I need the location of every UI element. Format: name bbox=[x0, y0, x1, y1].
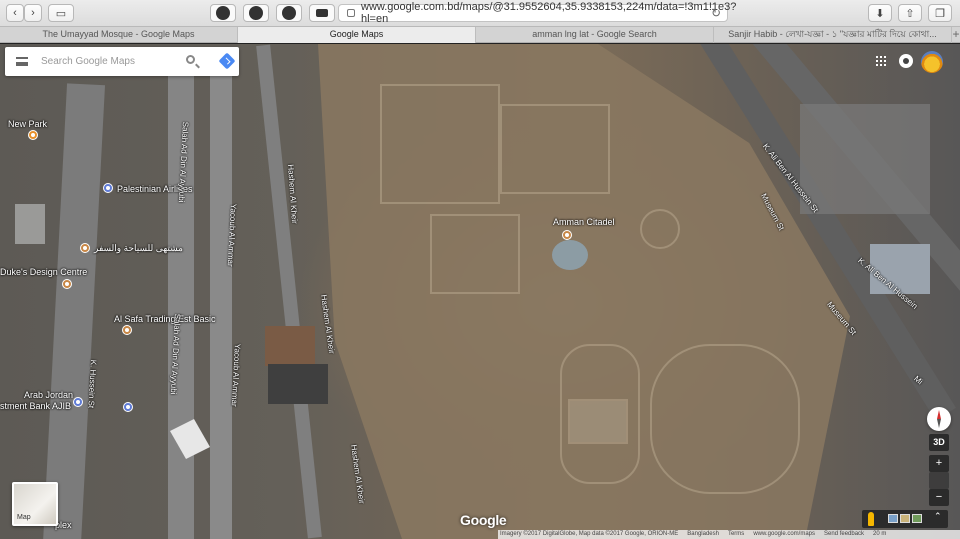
travel-poi-icon[interactable] bbox=[80, 243, 90, 253]
send-feedback-link[interactable]: Send feedback bbox=[824, 530, 864, 539]
menu-icon[interactable] bbox=[16, 57, 28, 66]
tab-google-maps[interactable]: Google Maps bbox=[238, 27, 476, 43]
tab-amman-search[interactable]: amman lng lat - Google Search bbox=[476, 27, 714, 43]
place-label[interactable]: stment Bank AJIB bbox=[0, 401, 71, 411]
ruin-outline bbox=[650, 344, 800, 494]
pegman-icon[interactable] bbox=[868, 512, 874, 526]
maps-url-link[interactable]: www.google.com/maps bbox=[753, 530, 815, 539]
building bbox=[15, 204, 45, 244]
photo-thumbnail-icon[interactable] bbox=[912, 514, 922, 523]
zoom-divider bbox=[929, 472, 949, 489]
road bbox=[210, 74, 232, 539]
place-label[interactable]: مشتهى للسياحة والسفر bbox=[94, 243, 183, 254]
place-label[interactable]: Al Safa Trading Est Basic bbox=[114, 314, 216, 324]
building bbox=[800, 104, 930, 214]
imagery-credit: Imagery ©2017 DigitalGlobe, Map data ©20… bbox=[500, 531, 679, 537]
road bbox=[256, 44, 322, 539]
landmark-poi-icon[interactable] bbox=[562, 230, 572, 240]
controls-extension-icon[interactable] bbox=[309, 4, 335, 22]
terms-link[interactable]: Terms bbox=[728, 530, 744, 539]
browser-toolbar: ‹ › ▭ www.google.com.bd/maps/@31.9552604… bbox=[0, 0, 960, 27]
road bbox=[42, 83, 106, 539]
notifications-icon[interactable] bbox=[899, 54, 913, 68]
shop-poi-icon[interactable] bbox=[62, 279, 72, 289]
reload-icon[interactable]: ↻ bbox=[711, 6, 721, 20]
new-tab-button[interactable]: + bbox=[952, 27, 960, 42]
zoom-out-button[interactable]: − bbox=[929, 489, 949, 506]
back-icon[interactable]: ‹ bbox=[6, 4, 24, 22]
google-logo: Google bbox=[460, 512, 507, 528]
park-poi-icon[interactable] bbox=[28, 130, 38, 140]
photo-thumbnail-icon[interactable] bbox=[900, 514, 910, 523]
satellite-map[interactable]: New Park Palestinian Airlines مشتهى للسي… bbox=[0, 44, 960, 539]
dome bbox=[552, 240, 588, 270]
layer-label: Map bbox=[17, 514, 31, 521]
forward-icon[interactable]: › bbox=[24, 4, 42, 22]
street-label: Yacoub Al Ammar bbox=[229, 343, 242, 407]
tab-umayyad[interactable]: The Umayyad Mosque - Google Maps bbox=[0, 27, 238, 43]
search-icon[interactable] bbox=[186, 55, 195, 64]
expand-chevron-icon[interactable]: ⌃ bbox=[934, 511, 942, 522]
address-bar[interactable]: www.google.com.bd/maps/@31.9552604,35.93… bbox=[338, 1, 736, 25]
directions-icon[interactable] bbox=[218, 52, 236, 70]
tab-sanjir[interactable]: Sanjir Habib - লেখা-যজ্ঞা - ১ "যজ্ঞার মা… bbox=[714, 27, 952, 43]
apps-grid-icon[interactable] bbox=[876, 56, 886, 66]
download-icon[interactable]: ⬇ bbox=[868, 4, 892, 22]
ruin-outline bbox=[380, 84, 500, 204]
airline-poi-icon[interactable] bbox=[103, 183, 113, 193]
street-label: K. Hussein St bbox=[86, 359, 98, 409]
search-input[interactable] bbox=[41, 53, 181, 69]
compass-icon[interactable] bbox=[927, 407, 951, 431]
search-box bbox=[5, 47, 239, 76]
ruin-outline bbox=[430, 214, 520, 294]
map-footer: Imagery ©2017 DigitalGlobe, Map data ©20… bbox=[498, 530, 960, 539]
globe-extension-icon[interactable] bbox=[276, 4, 302, 22]
street-label: Yacoub Al Ammar bbox=[225, 203, 238, 267]
place-label[interactable]: Amman Citadel bbox=[553, 217, 615, 227]
bank-poi-icon[interactable] bbox=[73, 397, 83, 407]
region-link[interactable]: Bangladesh bbox=[687, 530, 719, 539]
street-label: Hashem Al Kheir bbox=[349, 444, 367, 505]
url-text: www.google.com.bd/maps/@31.9552604,35.93… bbox=[361, 1, 737, 25]
share-icon[interactable]: ⇧ bbox=[898, 4, 922, 22]
map-layer-toggle[interactable]: Map bbox=[12, 482, 58, 526]
building bbox=[268, 364, 328, 404]
shop-poi-icon[interactable] bbox=[122, 325, 132, 335]
bank-poi-icon[interactable] bbox=[123, 402, 133, 412]
photo-thumbnail-icon[interactable] bbox=[888, 514, 898, 523]
zoom-in-button[interactable]: + bbox=[929, 455, 949, 472]
ruin-outline bbox=[500, 104, 610, 194]
place-label[interactable]: Arab Jordan bbox=[24, 390, 73, 400]
building bbox=[265, 326, 315, 366]
scale-label[interactable]: 20 m bbox=[873, 530, 886, 539]
adblock-extension-icon[interactable] bbox=[210, 4, 236, 22]
sidebar-icon[interactable]: ▭ bbox=[48, 4, 74, 22]
ruin-outline bbox=[640, 209, 680, 249]
3d-toggle-button[interactable]: 3D bbox=[929, 434, 949, 451]
place-label[interactable]: Duke's Design Centre bbox=[0, 267, 87, 277]
ruin-outline bbox=[568, 399, 628, 444]
lock-icon bbox=[347, 9, 355, 17]
extension-icon[interactable] bbox=[243, 4, 269, 22]
avatar[interactable] bbox=[921, 51, 943, 73]
place-label[interactable]: New Park bbox=[8, 119, 47, 129]
tab-bar: The Umayyad Mosque - Google Maps Google … bbox=[0, 27, 960, 43]
building bbox=[870, 244, 930, 294]
tabs-icon[interactable]: ❐ bbox=[928, 4, 952, 22]
